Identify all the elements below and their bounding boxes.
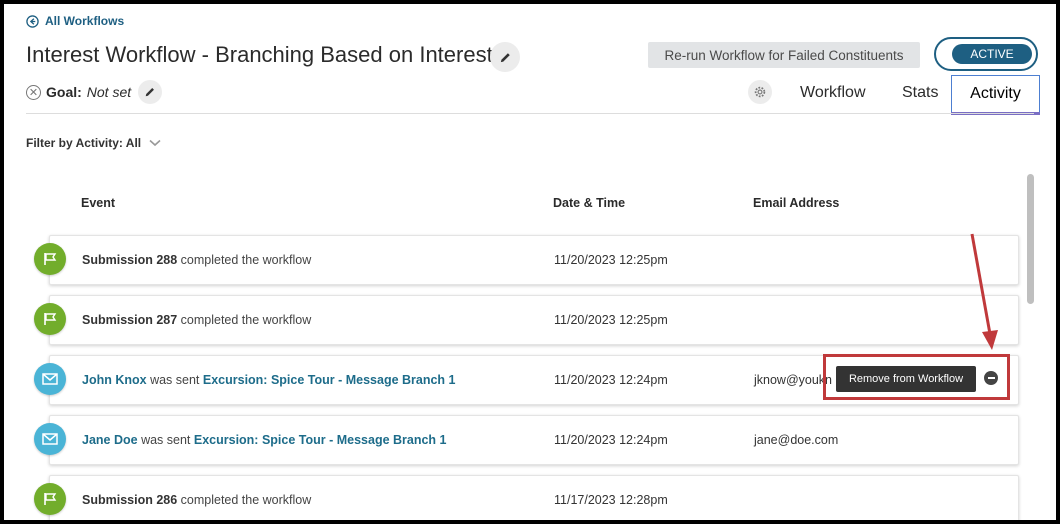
flag-icon [34, 243, 66, 275]
event-action: completed the workflow [177, 493, 312, 507]
table-row: Submission 286 completed the workflow 11… [49, 475, 1019, 520]
table-row: Submission 287 completed the workflow 11… [49, 295, 1019, 345]
contact-link[interactable]: Jane Doe [82, 433, 138, 447]
event-date: 11/20/2023 12:24pm [554, 373, 668, 387]
event-subject: Submission 288 [82, 253, 178, 267]
pencil-icon [500, 52, 510, 62]
header-divider [26, 113, 1034, 114]
contact-link[interactable]: John Knox [82, 373, 147, 387]
event-action: was sent [137, 433, 194, 447]
event-text: Jane Doe was sent Excursion: Spice Tour … [82, 433, 447, 447]
status-badge: ACTIVE [952, 44, 1032, 64]
goal-section: ✕ Goal: Not set [26, 84, 131, 100]
event-email: jknow@youkn [754, 373, 833, 387]
goal-label: Goal: [46, 84, 82, 100]
column-header-email: Email Address [753, 196, 840, 210]
back-link-label: All Workflows [45, 14, 125, 28]
event-date: 11/20/2023 12:25pm [554, 253, 668, 267]
gear-icon [754, 86, 766, 98]
filter-label: Filter by Activity: All [26, 136, 142, 150]
table-row: Jane Doe was sent Excursion: Spice Tour … [49, 415, 1019, 465]
edit-goal-button[interactable] [138, 80, 162, 104]
back-arrow-circle-icon [26, 14, 39, 28]
close-circle-icon: ✕ [26, 84, 41, 100]
settings-button[interactable] [748, 80, 772, 104]
edit-title-button[interactable] [490, 42, 520, 72]
event-action: completed the workflow [177, 253, 312, 267]
event-text: Submission 287 completed the workflow [82, 313, 311, 327]
back-to-all-workflows-link[interactable]: All Workflows [26, 14, 124, 28]
message-link[interactable]: Excursion: Spice Tour - Message Branch 1 [203, 373, 456, 387]
event-subject: Submission 287 [82, 313, 178, 327]
flag-icon [34, 303, 66, 335]
event-text: John Knox was sent Excursion: Spice Tour… [82, 373, 456, 387]
column-header-date-time: Date & Time [553, 196, 626, 210]
table-row: Submission 288 completed the workflow 11… [49, 235, 1019, 285]
filter-activity-dropdown[interactable]: Filter by Activity: All [26, 136, 161, 150]
event-action: was sent [146, 373, 203, 387]
pencil-icon [145, 88, 154, 97]
rerun-workflow-button[interactable]: Re-run Workflow for Failed Constituents [648, 42, 920, 68]
mail-icon [34, 423, 66, 455]
event-date: 11/20/2023 12:25pm [554, 313, 668, 327]
highlight-box [823, 354, 1010, 400]
chevron-down-icon [149, 139, 161, 147]
event-subject: Submission 286 [82, 493, 178, 507]
column-header-event: Event [81, 196, 116, 210]
page-title: Interest Workflow - Branching Based on I… [26, 42, 493, 67]
tab-workflow[interactable]: Workflow [800, 84, 866, 102]
mail-icon [34, 363, 66, 395]
scrollbar-thumb[interactable] [1027, 174, 1034, 304]
goal-value: Not set [86, 84, 132, 100]
message-link[interactable]: Excursion: Spice Tour - Message Branch 1 [194, 433, 447, 447]
tab-activity[interactable]: Activity [951, 75, 1040, 115]
active-status-toggle[interactable]: ACTIVE [934, 37, 1038, 71]
event-text: Submission 286 completed the workflow [82, 493, 311, 507]
flag-icon [34, 483, 66, 515]
workflow-activity-page: All Workflows Interest Workflow - Branch… [4, 4, 1056, 520]
event-date: 11/17/2023 12:28pm [554, 493, 668, 507]
event-email: jane@doe.com [754, 433, 839, 447]
event-action: completed the workflow [177, 313, 312, 327]
event-text: Submission 288 completed the workflow [82, 253, 311, 267]
event-date: 11/20/2023 12:24pm [554, 433, 668, 447]
tab-stats[interactable]: Stats [902, 84, 938, 102]
